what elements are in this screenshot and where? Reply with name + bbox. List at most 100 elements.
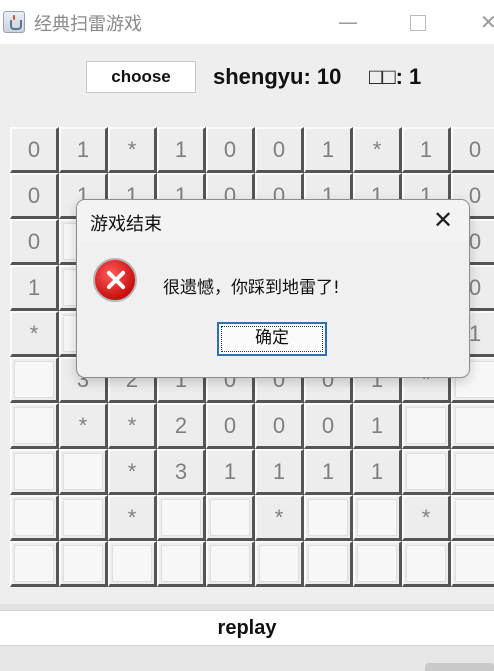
mine-cell[interactable]: 2	[157, 403, 206, 449]
cell-value: 1	[27, 274, 41, 300]
mine-cell[interactable]: 0	[206, 403, 255, 449]
mine-cell[interactable]: 0	[206, 127, 255, 173]
mine-cell[interactable]	[353, 495, 402, 541]
mine-cell[interactable]	[451, 541, 494, 587]
mine-cell[interactable]: 1	[206, 449, 255, 495]
mine-cell[interactable]	[59, 449, 108, 495]
cell-value	[455, 499, 494, 536]
title-bar: 经典扫雷游戏 — ✕	[0, 0, 494, 44]
cell-value: *	[127, 136, 137, 162]
cell-value	[455, 545, 494, 582]
mine-cell[interactable]: 1	[402, 127, 451, 173]
mine-cell[interactable]: 0	[10, 219, 59, 265]
cell-value: 1	[223, 458, 237, 484]
cell-value	[357, 545, 397, 582]
cell-value: *	[421, 504, 431, 530]
mine-cell[interactable]: 1	[304, 449, 353, 495]
cell-value	[210, 499, 250, 536]
cell-value: *	[78, 412, 88, 438]
cell-value	[14, 545, 54, 582]
cell-value	[406, 453, 446, 490]
mine-cell[interactable]	[451, 495, 494, 541]
cell-value: 0	[223, 136, 237, 162]
cell-value: 0	[27, 136, 41, 162]
mine-cell[interactable]	[304, 541, 353, 587]
mine-cell[interactable]	[304, 495, 353, 541]
mine-cell[interactable]: 0	[304, 403, 353, 449]
cell-value: 0	[27, 182, 41, 208]
mine-cell[interactable]: 1	[255, 449, 304, 495]
mine-cell[interactable]	[108, 541, 157, 587]
mine-cell[interactable]: 1	[353, 403, 402, 449]
window-close-button[interactable]: ✕	[480, 10, 494, 34]
cell-value: *	[127, 458, 137, 484]
cell-value	[14, 499, 54, 536]
mine-cell[interactable]: 3	[157, 449, 206, 495]
cell-value	[161, 545, 201, 582]
mine-cell[interactable]	[10, 403, 59, 449]
cell-value: *	[29, 320, 39, 346]
mine-cell[interactable]	[255, 541, 304, 587]
mine-cell[interactable]	[206, 495, 255, 541]
window-title: 经典扫雷游戏	[34, 14, 142, 35]
mine-cell[interactable]: *	[353, 127, 402, 173]
mine-cell[interactable]	[402, 449, 451, 495]
mine-cell[interactable]	[402, 541, 451, 587]
mine-cell[interactable]: 0	[10, 127, 59, 173]
mine-cell[interactable]: 0	[255, 127, 304, 173]
ok-button[interactable]: 确定	[217, 322, 327, 356]
dialog-message: 很遗憾，你踩到地雷了!	[163, 278, 340, 298]
cell-value	[63, 499, 103, 536]
mine-cell[interactable]	[206, 541, 255, 587]
cell-value: 0	[223, 412, 237, 438]
mine-cell[interactable]: *	[402, 495, 451, 541]
minimize-button[interactable]: —	[338, 10, 358, 34]
mine-cell[interactable]: 1	[353, 449, 402, 495]
cell-value	[357, 499, 397, 536]
mine-cell[interactable]	[10, 357, 59, 403]
mine-cell[interactable]: 1	[10, 265, 59, 311]
second-counter-label: □□: 1	[369, 64, 422, 89]
mine-cell[interactable]: *	[59, 403, 108, 449]
mine-cell[interactable]	[10, 449, 59, 495]
mine-cell[interactable]	[451, 403, 494, 449]
cell-value	[406, 545, 446, 582]
remaining-mines-label: shengyu: 10	[213, 64, 342, 89]
mine-cell[interactable]	[402, 403, 451, 449]
dialog-title: 游戏结束	[90, 214, 162, 235]
mine-cell[interactable]: 0	[451, 127, 494, 173]
replay-button[interactable]: replay	[0, 610, 494, 646]
mine-cell[interactable]	[59, 541, 108, 587]
mine-cell[interactable]: *	[108, 495, 157, 541]
focus-ring	[221, 326, 323, 352]
java-app-icon	[3, 11, 25, 33]
cell-value: 1	[370, 412, 384, 438]
mine-cell[interactable]	[451, 449, 494, 495]
mine-cell[interactable]: 1	[157, 127, 206, 173]
maximize-button[interactable]	[410, 15, 426, 31]
dialog-close-button[interactable]: ✕	[433, 206, 453, 234]
mine-cell[interactable]: *	[108, 403, 157, 449]
mine-cell[interactable]: *	[108, 449, 157, 495]
cell-value: 0	[468, 136, 482, 162]
mine-cell[interactable]: *	[108, 127, 157, 173]
mine-cell[interactable]: *	[10, 311, 59, 357]
mine-cell[interactable]	[157, 495, 206, 541]
cell-value: 1	[370, 458, 384, 484]
mine-cell[interactable]	[10, 541, 59, 587]
mine-cell[interactable]	[59, 495, 108, 541]
mine-cell[interactable]: 0	[10, 173, 59, 219]
cell-value	[455, 407, 494, 444]
mine-cell[interactable]	[10, 495, 59, 541]
mine-cell[interactable]: 1	[304, 127, 353, 173]
mine-cell[interactable]: *	[255, 495, 304, 541]
mine-cell[interactable]: 0	[255, 403, 304, 449]
mine-cell[interactable]: 1	[59, 127, 108, 173]
cell-value: *	[372, 136, 382, 162]
cell-value: 1	[174, 136, 188, 162]
mine-cell[interactable]	[157, 541, 206, 587]
choose-button[interactable]: choose	[86, 61, 196, 93]
cell-value: 1	[321, 458, 335, 484]
resize-grip[interactable]	[425, 663, 494, 671]
mine-cell[interactable]	[353, 541, 402, 587]
